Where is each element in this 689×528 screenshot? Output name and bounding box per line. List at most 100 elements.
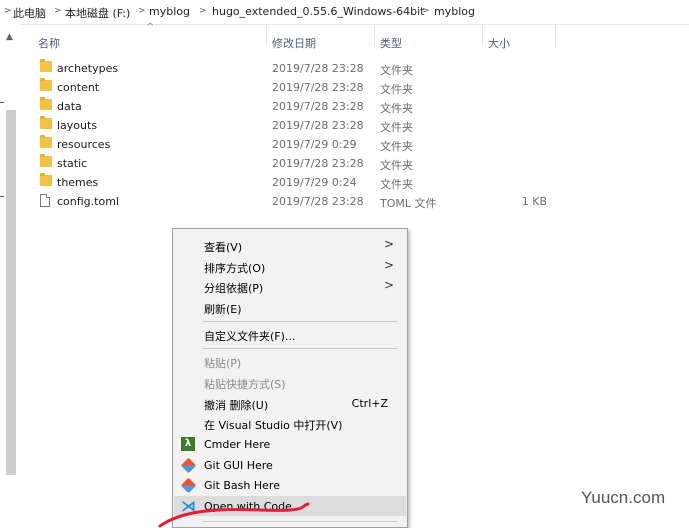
file-date: 2019/7/29 0:29: [272, 138, 357, 151]
column-divider[interactable]: [482, 24, 483, 46]
column-header-size[interactable]: 大小: [488, 35, 510, 51]
column-divider[interactable]: [374, 24, 375, 46]
file-name: themes: [57, 176, 99, 189]
menu-item-label: 分组依据(P): [204, 282, 264, 295]
column-header-name[interactable]: 名称: [38, 35, 60, 51]
file-date: 2019/7/29 0:24: [272, 176, 357, 189]
menu-item-view[interactable]: 查看(V) >: [174, 235, 406, 255]
menu-item-label: 粘贴(P): [204, 357, 242, 370]
menu-item-label: 在 Visual Studio 中打开(V): [204, 419, 343, 432]
column-header-date[interactable]: 修改日期: [272, 35, 316, 51]
menu-separator: [203, 348, 397, 349]
file-type: 文件夹: [380, 121, 413, 134]
file-type: 文件夹: [380, 83, 413, 96]
file-type: TOML 文件: [380, 197, 437, 210]
nav-scrollbar-thumb[interactable]: [6, 110, 16, 475]
menu-item-label: 查看(V): [204, 241, 243, 254]
file-row[interactable]: layouts 2019/7/28 23:28 文件夹: [20, 116, 680, 135]
context-menu: 查看(V) > 排序方式(O) > 分组依据(P) > 刷新(E) 自定义文件夹…: [172, 228, 408, 528]
file-date: 2019/7/28 23:28: [272, 62, 364, 75]
file-type: 文件夹: [380, 140, 413, 153]
menu-item-open-in-visual-studio[interactable]: 在 Visual Studio 中打开(V): [174, 413, 406, 433]
folder-icon: [40, 173, 52, 186]
breadcrumb-separator: >: [422, 6, 430, 16]
menu-item-label: 粘贴快捷方式(S): [204, 378, 286, 391]
column-header-row: 名称 修改日期 类型 大小: [0, 24, 689, 58]
file-icon: [40, 194, 50, 207]
file-date: 2019/7/28 23:28: [272, 157, 364, 170]
cmder-icon: λ: [181, 437, 195, 451]
file-row[interactable]: static 2019/7/28 23:28 文件夹: [20, 154, 680, 173]
menu-item-label: Git GUI Here: [204, 459, 273, 472]
menu-item-paste-shortcut[interactable]: 粘贴快捷方式(S): [174, 372, 406, 392]
menu-item-paste[interactable]: 粘贴(P): [174, 351, 406, 371]
file-type: 文件夹: [380, 64, 413, 77]
breadcrumb-item-myblog[interactable]: myblog: [149, 5, 190, 18]
nav-edge-mark: [0, 196, 4, 197]
breadcrumb-separator: >: [54, 6, 62, 16]
folder-icon: [40, 135, 52, 148]
file-size: 1 KB: [521, 195, 547, 208]
file-name: content: [57, 81, 100, 94]
menu-item-cmder-here[interactable]: λ Cmder Here: [174, 434, 406, 454]
breadcrumb-item-drive[interactable]: 本地磁盘 (F:): [65, 5, 130, 21]
file-type: 文件夹: [380, 159, 413, 172]
folder-icon: [40, 97, 52, 110]
folder-icon: [40, 78, 52, 91]
file-row[interactable]: data 2019/7/28 23:28 文件夹: [20, 97, 680, 116]
menu-item-git-bash-here[interactable]: Git Bash Here: [174, 475, 406, 495]
file-row[interactable]: resources 2019/7/29 0:29 文件夹: [20, 135, 680, 154]
breadcrumb-separator: >: [199, 6, 207, 16]
file-name: static: [57, 157, 88, 170]
file-name: data: [57, 100, 82, 113]
breadcrumb-item-this-pc[interactable]: 此电脑: [13, 5, 46, 21]
column-divider[interactable]: [266, 24, 267, 46]
file-date: 2019/7/28 23:28: [272, 81, 364, 94]
git-icon: [180, 457, 197, 474]
file-name: resources: [57, 138, 111, 151]
file-row[interactable]: archetypes 2019/7/28 23:28 文件夹: [20, 59, 680, 78]
menu-item-customize-folder[interactable]: 自定义文件夹(F)...: [174, 324, 406, 344]
menu-item-refresh[interactable]: 刷新(E): [174, 297, 406, 317]
menu-item-undo-delete[interactable]: 撤消 删除(U) Ctrl+Z: [174, 393, 406, 413]
column-header-type[interactable]: 类型: [380, 35, 402, 51]
menu-item-label: Cmder Here: [204, 438, 271, 451]
submenu-arrow-icon: >: [383, 237, 394, 251]
menu-item-group-by[interactable]: 分组依据(P) >: [174, 276, 406, 296]
file-name: archetypes: [57, 62, 119, 75]
column-divider[interactable]: [555, 24, 556, 46]
menu-item-sort-by[interactable]: 排序方式(O) >: [174, 256, 406, 276]
menu-separator: [203, 321, 397, 322]
sort-ascending-icon: ^: [146, 22, 155, 33]
submenu-arrow-icon: >: [383, 278, 394, 292]
folder-icon: [40, 116, 52, 129]
file-row[interactable]: content 2019/7/28 23:28 文件夹: [20, 78, 680, 97]
file-date: 2019/7/28 23:28: [272, 195, 364, 208]
breadcrumb-item-hugo[interactable]: hugo_extended_0.55.6_Windows-64bit: [212, 5, 424, 18]
git-icon: [180, 477, 197, 494]
file-type: 文件夹: [380, 178, 413, 191]
file-name: config.toml: [57, 195, 119, 208]
file-name: layouts: [57, 119, 98, 132]
breadcrumb: > 此电脑 > 本地磁盘 (F:) > myblog > hugo_extend…: [0, 0, 689, 25]
menu-item-label: 自定义文件夹(F)...: [204, 330, 296, 343]
folder-icon: [40, 154, 52, 167]
menu-item-label: Git Bash Here: [204, 479, 280, 492]
breadcrumb-item-myblog-current[interactable]: myblog: [434, 5, 475, 18]
menu-item-git-gui-here[interactable]: Git GUI Here: [174, 455, 406, 475]
menu-item-shortcut: Ctrl+Z: [351, 397, 388, 410]
file-date: 2019/7/28 23:28: [272, 119, 364, 132]
file-row[interactable]: themes 2019/7/29 0:24 文件夹: [20, 173, 680, 192]
breadcrumb-separator: >: [4, 6, 12, 16]
folder-icon: [40, 59, 52, 72]
menu-item-label: 排序方式(O): [204, 262, 266, 275]
menu-item-label: 撤消 删除(U): [204, 399, 269, 412]
menu-item-label: 刷新(E): [204, 303, 242, 316]
submenu-arrow-icon: >: [383, 258, 394, 272]
nav-edge-mark: [0, 102, 4, 103]
file-row[interactable]: config.toml 2019/7/28 23:28 TOML 文件 1 KB: [20, 192, 680, 211]
file-type: 文件夹: [380, 102, 413, 115]
file-date: 2019/7/28 23:28: [272, 100, 364, 113]
breadcrumb-separator: >: [138, 6, 146, 16]
annotation-underline: [158, 502, 310, 528]
